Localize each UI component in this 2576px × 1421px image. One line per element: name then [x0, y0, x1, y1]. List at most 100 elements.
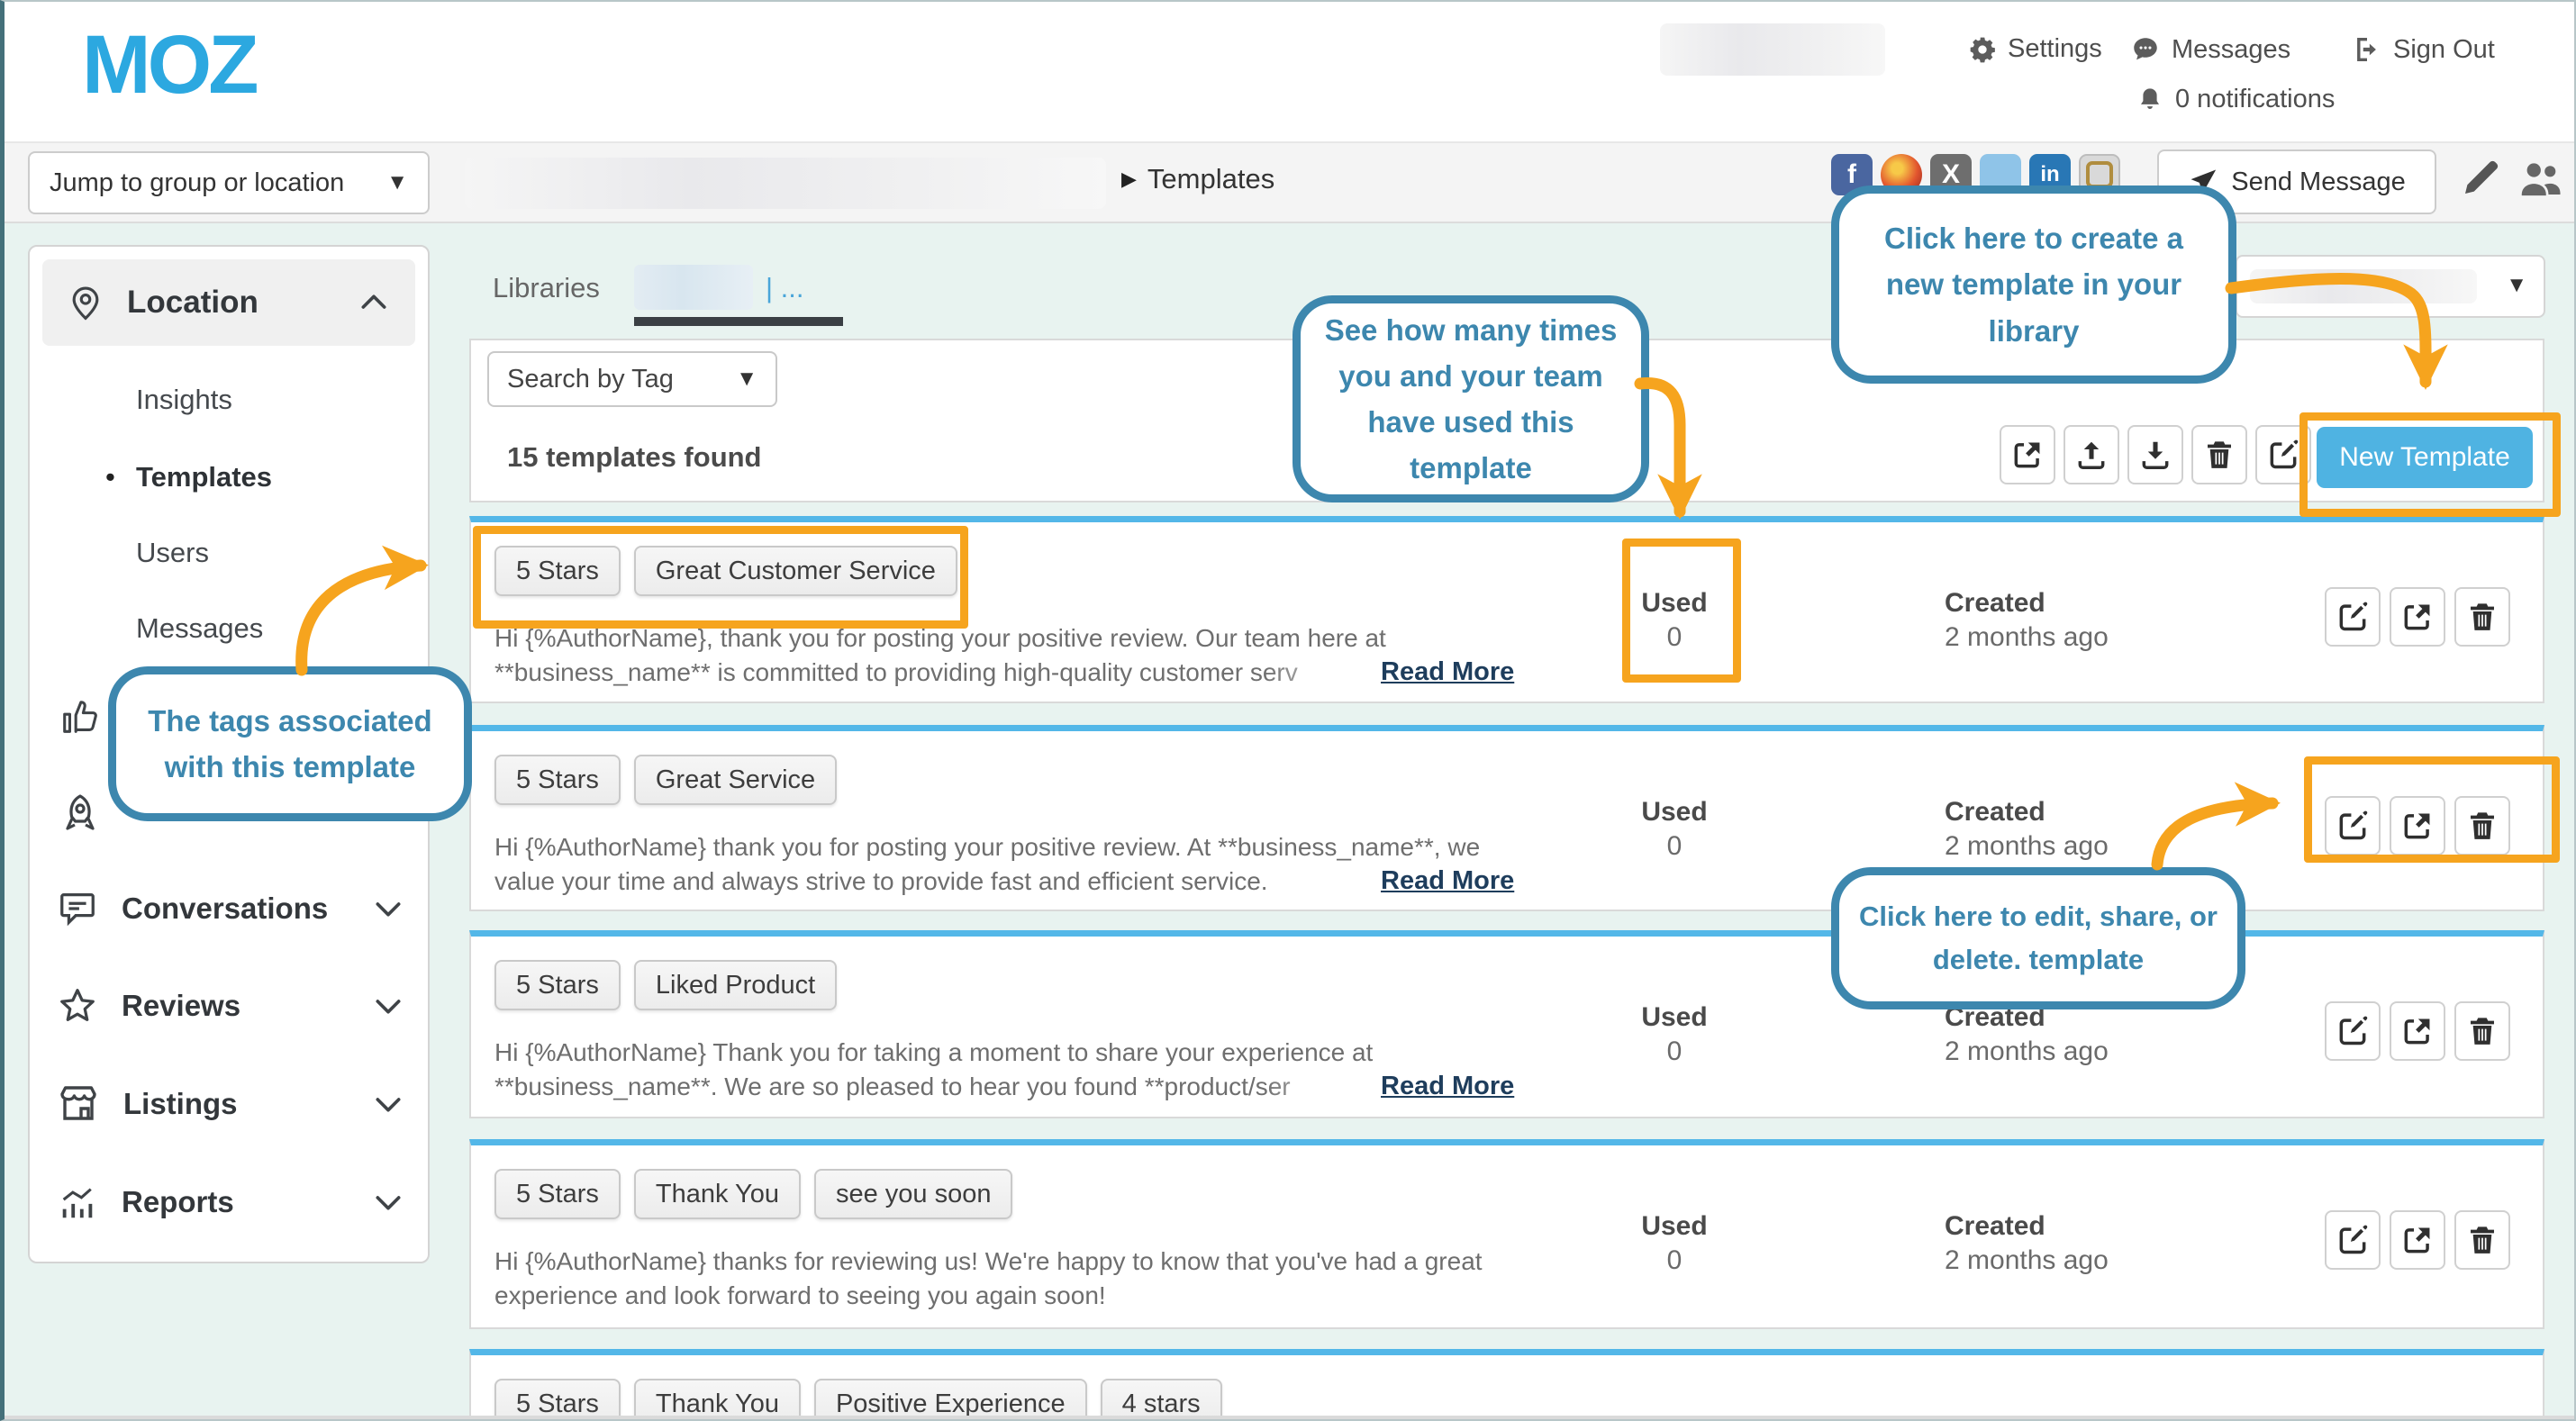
used-label: Used [1620, 1210, 1728, 1243]
read-more-link[interactable]: Read More [1264, 1070, 1514, 1105]
tag-chip: 5 Stars [494, 1379, 621, 1421]
edit-template-button[interactable] [2325, 1001, 2381, 1061]
sign-out-label: Sign Out [2393, 35, 2495, 65]
reviews-label: Reviews [122, 989, 347, 1023]
tag-chip: Thank You [634, 1379, 801, 1421]
delete-templates-button[interactable] [2191, 425, 2247, 484]
row-actions [2325, 1210, 2510, 1270]
jump-to-group-label: Jump to group or location [50, 168, 344, 198]
tag-chip: 5 Stars [494, 546, 621, 596]
tab-more-link[interactable]: | ... [766, 272, 804, 304]
share-template-button[interactable] [2390, 1001, 2445, 1061]
delete-template-button[interactable] [2454, 587, 2510, 647]
messages-label: Messages [2172, 35, 2290, 65]
tag-chip: Liked Product [634, 960, 837, 1010]
template-tags: 5 Stars Great Customer Service [494, 546, 957, 596]
bell-icon [2136, 86, 2164, 114]
listings-label: Listings [123, 1087, 347, 1121]
sidebar-group-listings[interactable]: Listings [57, 1082, 406, 1126]
messages-link[interactable]: Messages [2130, 34, 2290, 65]
tag-chip: Great Service [634, 755, 837, 805]
settings-link[interactable]: Settings [1968, 34, 2102, 64]
thumbs-up-icon[interactable] [59, 697, 100, 738]
library-select-dropdown[interactable]: ▼ [2236, 255, 2545, 318]
used-column: Used 0 [1620, 796, 1728, 863]
share-icon [2400, 600, 2435, 634]
moz-logo[interactable]: MOZ [82, 18, 255, 113]
edit-template-button[interactable] [2325, 796, 2381, 855]
sidebar-group-reports[interactable]: Reports [57, 1181, 406, 1223]
bottom-edge-strip [5, 1416, 2576, 1421]
jump-to-group-dropdown[interactable]: Jump to group or location ▼ [28, 151, 430, 214]
people-icon[interactable] [2516, 154, 2564, 203]
upload-templates-button[interactable] [2064, 425, 2119, 484]
new-template-button[interactable]: New Template [2317, 427, 2533, 488]
search-by-tag-dropdown[interactable]: Search by Tag ▼ [487, 351, 777, 407]
chevron-down-icon: ▼ [736, 367, 757, 392]
redacted-location-name [465, 158, 1106, 209]
sidebar-item-templates[interactable]: Templates [136, 461, 272, 493]
breadcrumb-templates[interactable]: Templates [1147, 163, 1274, 195]
read-more-link[interactable]: Read More [1264, 656, 1514, 691]
delete-template-button[interactable] [2454, 1210, 2510, 1270]
sidebar-group-reviews[interactable]: Reviews [57, 985, 406, 1027]
reports-label: Reports [122, 1185, 347, 1219]
templates-count: 15 templates found [507, 441, 762, 474]
rocket-icon[interactable] [59, 792, 102, 836]
created-label: Created [1945, 1210, 2109, 1243]
used-column: Used 0 [1620, 587, 1728, 654]
share-template-button[interactable] [2390, 587, 2445, 647]
toolbar-buttons [2000, 425, 2311, 484]
trash-icon [2465, 600, 2499, 634]
share-template-button[interactable] [2390, 796, 2445, 855]
used-value: 0 [1620, 621, 1728, 654]
callout-actions: Click here to edit, share, or delete. te… [1831, 867, 2245, 1009]
edit-template-button[interactable] [2325, 587, 2381, 647]
delete-template-button[interactable] [2454, 796, 2510, 855]
sidebar-item-users[interactable]: Users [136, 537, 209, 569]
download-templates-button[interactable] [2127, 425, 2183, 484]
template-body: Hi {%AuthorName} thanks for reviewing us… [494, 1245, 1539, 1313]
sidebar-item-insights[interactable]: Insights [136, 384, 232, 416]
callout-actions-text: Click here to edit, share, or delete. te… [1855, 895, 2221, 982]
search-by-tag-label: Search by Tag [507, 365, 674, 394]
top-header: MOZ Settings Messages Sign Out 0 notific… [5, 2, 2574, 141]
active-bullet-icon: • [105, 461, 115, 493]
sidebar-group-conversations[interactable]: Conversations [57, 888, 406, 929]
edit-icon [2336, 809, 2370, 843]
delete-template-button[interactable] [2454, 1001, 2510, 1061]
created-column: Created 2 months ago [1945, 796, 2109, 863]
storefront-icon [57, 1082, 100, 1126]
share-icon [2010, 438, 2045, 472]
share-icon [2400, 1223, 2435, 1257]
edit-icon [2336, 1014, 2370, 1048]
notifications-link[interactable]: 0 notifications [2136, 85, 2335, 114]
chevron-down-icon [370, 891, 406, 927]
chevron-down-icon [370, 1184, 406, 1220]
created-value: 2 months ago [1945, 621, 2109, 654]
used-value: 0 [1620, 830, 1728, 863]
template-tags: 5 Stars Thank You Positive Experience 4 … [494, 1379, 1222, 1421]
callout-create-template: Click here to create a new template in y… [1831, 186, 2236, 384]
created-label: Created [1945, 587, 2109, 620]
share-templates-button[interactable] [2000, 425, 2055, 484]
template-tags: 5 Stars Liked Product [494, 960, 837, 1010]
edit-template-button[interactable] [2325, 1210, 2381, 1270]
sidebar-location-header[interactable]: Location [42, 259, 415, 346]
edit-templates-button[interactable] [2255, 425, 2311, 484]
read-more-link[interactable]: Read More [1264, 864, 1514, 900]
redacted-account-name [1660, 23, 1885, 76]
redacted-active-library-tab[interactable] [634, 265, 753, 310]
callout-tags: The tags associated with this template [108, 666, 472, 821]
tag-chip: 5 Stars [494, 755, 621, 805]
pencil-icon[interactable] [2460, 156, 2503, 199]
conversations-icon [57, 888, 98, 929]
chevron-down-icon: ▼ [386, 170, 408, 195]
share-template-button[interactable] [2390, 1210, 2445, 1270]
sidebar-item-messages[interactable]: Messages [136, 612, 263, 645]
used-value: 0 [1620, 1036, 1728, 1068]
used-column: Used 0 [1620, 1001, 1728, 1068]
breadcrumb: ▶ Templates [1121, 163, 1274, 195]
trash-icon [2465, 1223, 2499, 1257]
sign-out-link[interactable]: Sign Out [2352, 34, 2495, 65]
